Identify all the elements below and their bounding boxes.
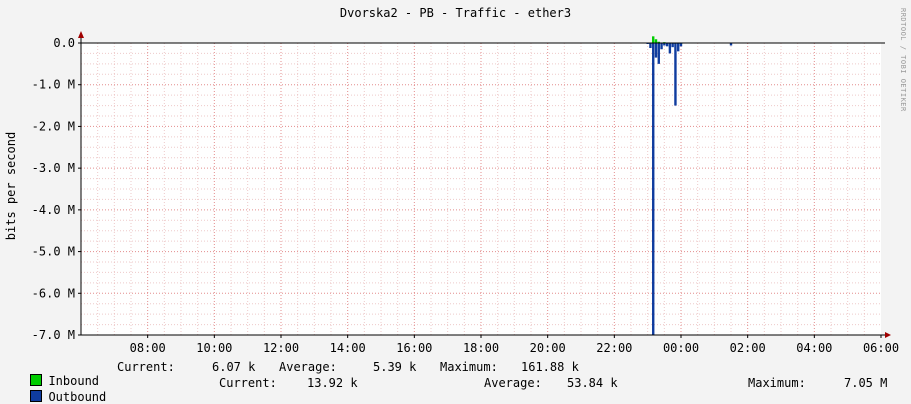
x-tick-label: 08:00 xyxy=(130,341,166,355)
outbound-bar xyxy=(657,43,660,64)
inbound-bar xyxy=(652,36,655,43)
outbound-bar xyxy=(674,43,677,106)
y-tick-label: -4.0 M xyxy=(32,203,75,217)
inbound-average-label: Average: xyxy=(279,360,337,374)
y-tick-label: -5.0 M xyxy=(32,245,75,259)
outbound-average-value: 53.84 k xyxy=(567,376,618,390)
inbound-maximum-label: Maximum: xyxy=(440,360,498,374)
outbound-bar xyxy=(668,43,672,54)
x-tick-label: 06:00 xyxy=(863,341,899,355)
outbound-bar xyxy=(652,43,655,335)
inbound-current-label: Current: xyxy=(117,360,175,374)
x-tick-label: 10:00 xyxy=(196,341,232,355)
x-tick-label: 20:00 xyxy=(530,341,566,355)
outbound-maximum-value: 7.05 M xyxy=(844,376,888,390)
outbound-maximum-label: Maximum: xyxy=(748,376,806,390)
traffic-chart: 0.0 -1.0 M -2.0 M -3.0 M -4.0 M -5.0 M -6.0 M -… xyxy=(32,31,899,355)
y-tick-labels: 0.0 -1.0 M -2.0 M -3.0 M -4.0 M -5.0 M -6.0 M -… xyxy=(32,36,81,342)
x-tick-label: 02:00 xyxy=(730,341,766,355)
outbound-bar xyxy=(649,43,652,49)
x-tick-label: 04:00 xyxy=(796,341,832,355)
outbound-swatch xyxy=(30,390,43,402)
outbound-label: Outbound xyxy=(48,390,107,404)
x-tick-label: 18:00 xyxy=(463,341,499,355)
x-tick-label: 00:00 xyxy=(663,341,699,355)
y-axis-arrow xyxy=(78,31,84,38)
x-tick-label: 14:00 xyxy=(330,341,366,355)
inbound-maximum-value: 161.88 k xyxy=(521,360,579,374)
inbound-current-value: 6.07 k xyxy=(212,360,256,374)
outbound-average-label: Average: xyxy=(484,376,542,390)
y-tick-label: -6.0 M xyxy=(32,286,75,300)
outbound-bar xyxy=(660,43,663,50)
x-tick-label: 12:00 xyxy=(263,341,299,355)
x-tick-labels: 08:00 10:00 12:00 14:00 16:00 18:00 20:00 22:00… xyxy=(130,335,899,355)
inbound-average-value: 5.39 k xyxy=(373,360,417,374)
y-tick-label: -1.0 M xyxy=(32,78,75,92)
outbound-bar xyxy=(665,43,669,47)
outbound-bar xyxy=(677,43,680,52)
outbound-current-value: 13.92 k xyxy=(307,376,358,390)
outbound-bar xyxy=(671,43,674,48)
y-tick-label: -3.0 M xyxy=(32,161,75,175)
x-axis-arrow xyxy=(885,332,891,338)
outbound-bar xyxy=(679,43,683,47)
x-tick-label: 22:00 xyxy=(596,341,632,355)
y-tick-label: -2.0 M xyxy=(32,119,75,133)
inbound-bar xyxy=(654,39,658,43)
x-tick-label: 16:00 xyxy=(396,341,432,355)
y-tick-label: 0.0 xyxy=(53,36,75,50)
outbound-bar xyxy=(654,43,658,58)
y-tick-label: -7.0 M xyxy=(32,328,75,342)
outbound-current-label: Current: xyxy=(219,376,277,390)
